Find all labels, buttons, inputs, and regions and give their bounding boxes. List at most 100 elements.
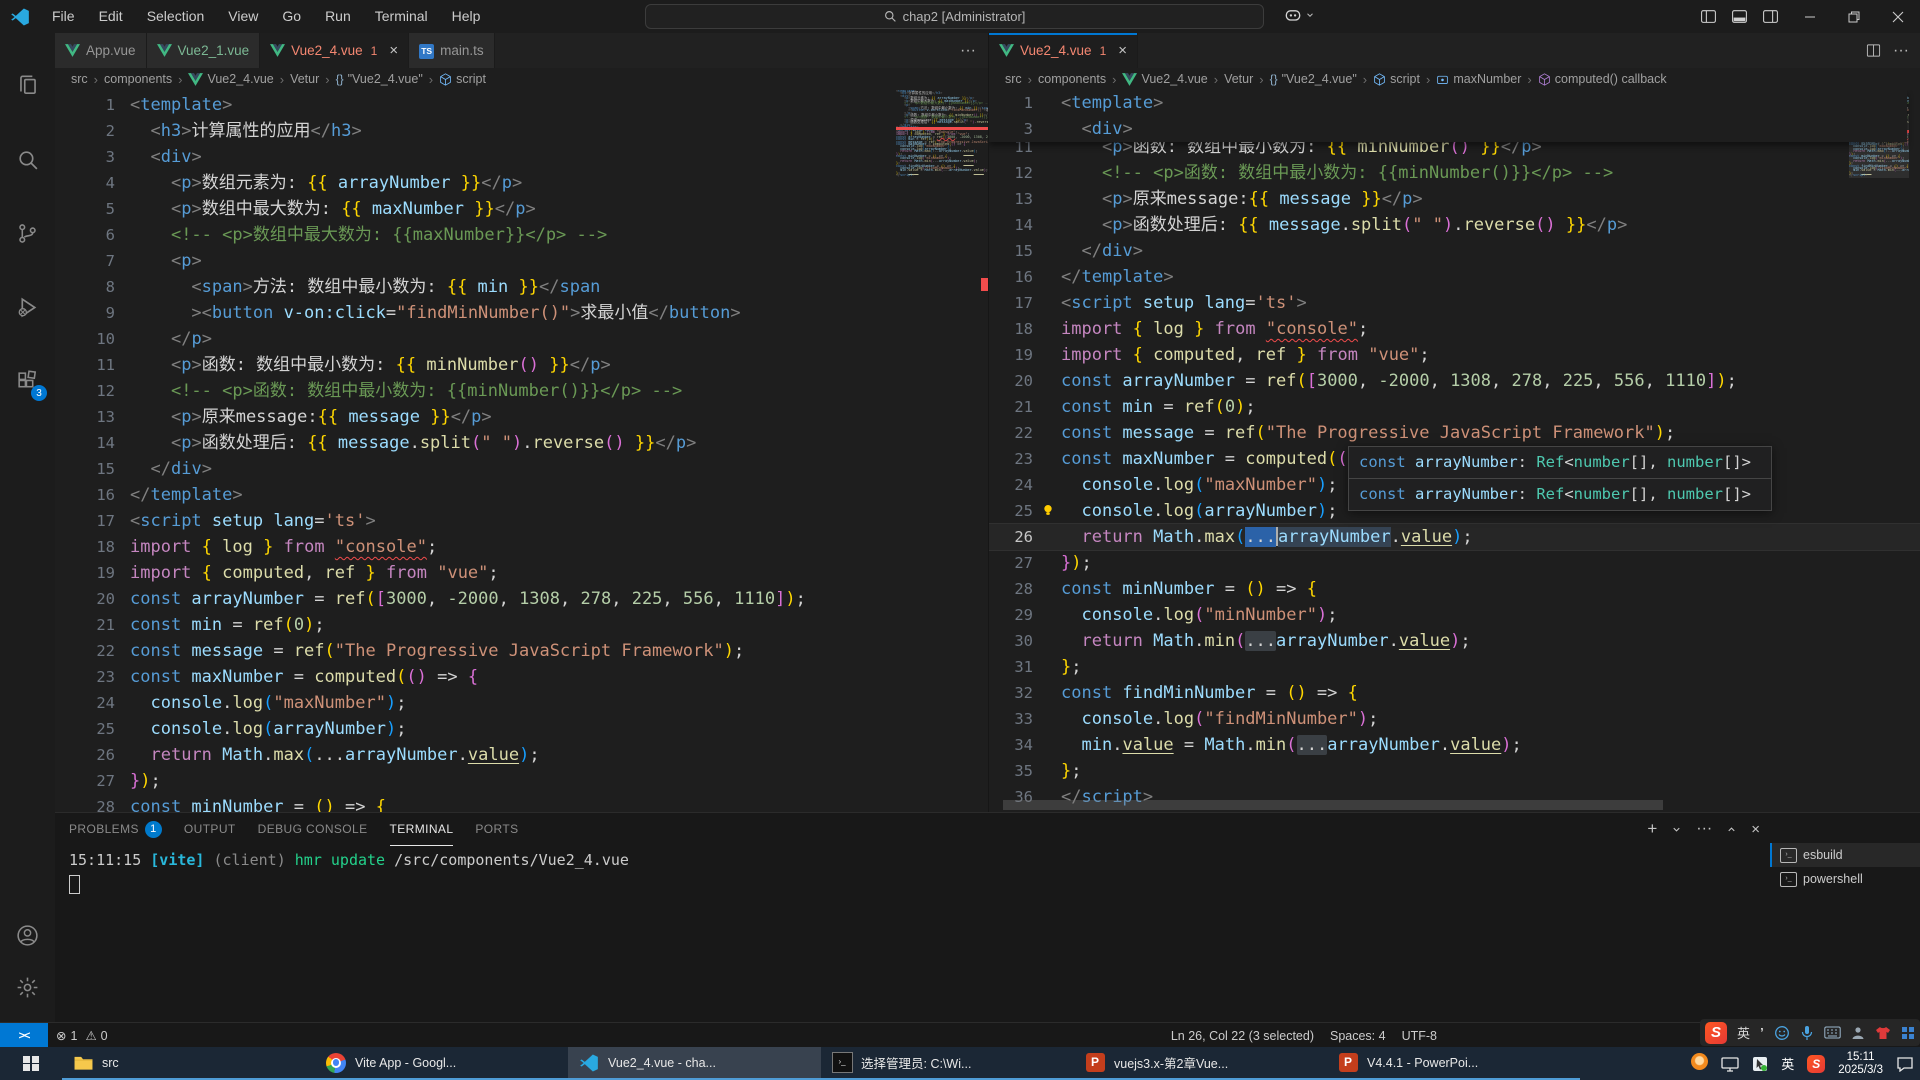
sogou-toolbox-icon[interactable] xyxy=(1901,1026,1915,1040)
start-button[interactable] xyxy=(0,1047,62,1080)
remote-indicator[interactable]: >< xyxy=(0,1023,48,1048)
activity-search[interactable] xyxy=(0,135,55,183)
code-line[interactable]: 23const maxNumber = computed(() => { xyxy=(55,664,988,690)
breadcrumb-item[interactable]: components xyxy=(1038,72,1106,86)
code-line[interactable]: 15 </div> xyxy=(989,238,1920,264)
breadcrumb-item[interactable]: {}"Vue2_4.vue" xyxy=(1270,72,1357,86)
code-line[interactable]: 17<script setup lang='ts'> xyxy=(989,290,1920,316)
code-line[interactable]: 4 <p>数组元素为: {{ arrayNumber }}</p> xyxy=(55,170,988,196)
code-line[interactable]: 26 return Math.max(...arrayNumber.value)… xyxy=(55,742,988,768)
command-center-search[interactable]: chap2 [Administrator] xyxy=(645,4,1264,29)
code-line[interactable]: 8 <span>方法: 数组中最小数为: {{ min }}</span xyxy=(55,274,988,300)
menu-selection[interactable]: Selection xyxy=(135,0,217,33)
code-line[interactable]: 5 <p>数组中最大数为: {{ maxNumber }}</p> xyxy=(55,196,988,222)
code-line[interactable]: 26 return Math.max(...arrayNumber.value)… xyxy=(989,524,1920,550)
code-line[interactable]: 19import { computed, ref } from "vue"; xyxy=(55,560,988,586)
activity-extensions[interactable]: 3 xyxy=(0,357,55,405)
editor-more-actions-icon[interactable]: ··· xyxy=(960,42,976,60)
tab-main.ts[interactable]: TSmain.ts xyxy=(409,33,495,68)
sticky-line[interactable]: 3 <div> xyxy=(989,116,1907,142)
code-line[interactable]: 33 console.log("findMinNumber"); xyxy=(989,706,1920,732)
menu-go[interactable]: Go xyxy=(270,0,313,33)
taskbar-item-vscode[interactable]: Vue2_4.vue - cha... xyxy=(568,1047,821,1080)
sogou-mic-icon[interactable] xyxy=(1800,1025,1814,1041)
close-panel-icon[interactable]: × xyxy=(1751,821,1760,838)
minimap[interactable]: <template> <h3>计算属性的应用</h3> <div> <p>数组元… xyxy=(896,90,988,390)
split-editor-icon[interactable] xyxy=(1866,43,1881,58)
activity-run-debug[interactable] xyxy=(0,283,55,331)
restore-button[interactable] xyxy=(1832,0,1876,33)
encoding[interactable]: UTF-8 xyxy=(1394,1029,1445,1043)
toggle-secondary-sidebar-icon[interactable] xyxy=(1762,8,1779,25)
tray-sogou-icon[interactable]: S xyxy=(1807,1055,1825,1073)
code-line[interactable]: 21const min = ref(0); xyxy=(55,612,988,638)
code-line[interactable]: 1<template> xyxy=(55,92,988,118)
panel-tab-terminal[interactable]: TERMINAL xyxy=(390,813,454,846)
tray-orange-app-icon[interactable] xyxy=(1691,1053,1708,1075)
menu-view[interactable]: View xyxy=(216,0,270,33)
breadcrumb-item[interactable]: script xyxy=(1373,72,1420,86)
activity-source-control[interactable] xyxy=(0,209,55,257)
activity-account[interactable] xyxy=(0,911,55,959)
activity-settings[interactable] xyxy=(0,963,55,1011)
sogou-apostrophe-icon[interactable]: ’ xyxy=(1760,1024,1764,1042)
indentation[interactable]: Spaces: 4 xyxy=(1322,1029,1394,1043)
panel-tab-output[interactable]: OUTPUT xyxy=(184,813,236,845)
breadcrumb[interactable]: src›components›Vue2_4.vue›Vetur›{}"Vue2_… xyxy=(989,68,1920,90)
terminal-instance-powershell[interactable]: ›_powershell xyxy=(1770,867,1920,891)
code-line[interactable]: 27}); xyxy=(55,768,988,794)
code-line[interactable]: 29 console.log("minNumber"); xyxy=(989,602,1920,628)
breadcrumb-item[interactable]: src xyxy=(1005,72,1022,86)
code-line[interactable]: 25 console.log(arrayNumber); xyxy=(55,716,988,742)
terminal-dropdown-icon[interactable] xyxy=(1671,824,1682,835)
code-line[interactable]: 28const minNumber = () => { xyxy=(55,794,988,812)
tab-close-icon[interactable]: × xyxy=(389,42,398,59)
toggle-panel-icon[interactable] xyxy=(1731,8,1748,25)
breadcrumb-item[interactable]: Vue2_4.vue xyxy=(188,72,273,86)
sticky-line[interactable]: 1<template> xyxy=(989,90,1907,116)
sogou-ime-toolbar[interactable]: S英’ xyxy=(1700,1019,1920,1046)
breadcrumb-item[interactable]: components xyxy=(104,72,172,86)
breadcrumb-item[interactable]: Vetur xyxy=(1224,72,1253,86)
breadcrumb-item[interactable]: Vue2_4.vue xyxy=(1122,72,1207,86)
code-line[interactable]: 12 <!-- <p>函数: 数组中最小数为: {{minNumber()}}<… xyxy=(55,378,988,404)
code-line[interactable]: 16</template> xyxy=(989,264,1920,290)
maximize-panel-icon[interactable] xyxy=(1726,824,1737,835)
sogou-skin-icon[interactable] xyxy=(1875,1026,1891,1040)
code-line[interactable]: 22const message = ref("The Progressive J… xyxy=(989,420,1920,446)
tray-cursor-green-icon[interactable] xyxy=(1752,1056,1768,1072)
code-line[interactable]: 13 <p>原来message:{{ message }}</p> xyxy=(989,186,1920,212)
tray-clock[interactable]: 15:112025/3/3 xyxy=(1838,1051,1883,1077)
breadcrumb-item[interactable]: {}"Vue2_4.vue" xyxy=(336,72,423,86)
panel-tab-problems[interactable]: PROBLEMS1 xyxy=(69,813,162,845)
menu-file[interactable]: File xyxy=(40,0,87,33)
code-line[interactable]: 19import { computed, ref } from "vue"; xyxy=(989,342,1920,368)
horizontal-scrollbar[interactable] xyxy=(1003,800,1663,810)
code-line[interactable]: 16</template> xyxy=(55,482,988,508)
sogou-emoji-icon[interactable] xyxy=(1774,1025,1790,1041)
sogou-logo-icon[interactable]: S xyxy=(1705,1022,1727,1044)
taskbar-item-chrome[interactable]: Vite App - Googl... xyxy=(315,1047,568,1080)
panel-tab-debug-console[interactable]: DEBUG CONSOLE xyxy=(258,813,368,845)
tray-display-icon[interactable] xyxy=(1721,1056,1739,1072)
code-line[interactable]: 7 <p> xyxy=(55,248,988,274)
code-line[interactable]: 3 <div> xyxy=(55,144,988,170)
sogou-person-icon[interactable] xyxy=(1851,1026,1865,1040)
tab-App.vue[interactable]: App.vue xyxy=(55,33,147,68)
editor-more-actions-icon[interactable]: ··· xyxy=(1893,42,1909,60)
sogou-keyboard-icon[interactable] xyxy=(1824,1026,1841,1039)
panel-more-actions-icon[interactable]: ··· xyxy=(1696,820,1712,838)
code-line[interactable]: 31}; xyxy=(989,654,1920,680)
notification-center-icon[interactable] xyxy=(1896,1056,1914,1072)
code-line[interactable]: 18import { log } from "console"; xyxy=(989,316,1920,342)
breadcrumb-item[interactable]: script xyxy=(439,72,486,86)
code-line[interactable]: 11 <p>函数: 数组中最小数为: {{ minNumber() }}</p> xyxy=(55,352,988,378)
code-line[interactable]: 13 <p>原来message:{{ message }}</p> xyxy=(55,404,988,430)
tray-ime-indicator[interactable]: 英 xyxy=(1781,1054,1794,1073)
tab-close-icon[interactable]: × xyxy=(1118,42,1127,59)
menu-help[interactable]: Help xyxy=(440,0,493,33)
copilot-button[interactable] xyxy=(1283,5,1315,25)
code-line[interactable]: 34 min.value = Math.min(...arrayNumber.v… xyxy=(989,732,1920,758)
code-line[interactable]: 18import { log } from "console"; xyxy=(55,534,988,560)
new-terminal-icon[interactable]: + xyxy=(1647,819,1657,839)
